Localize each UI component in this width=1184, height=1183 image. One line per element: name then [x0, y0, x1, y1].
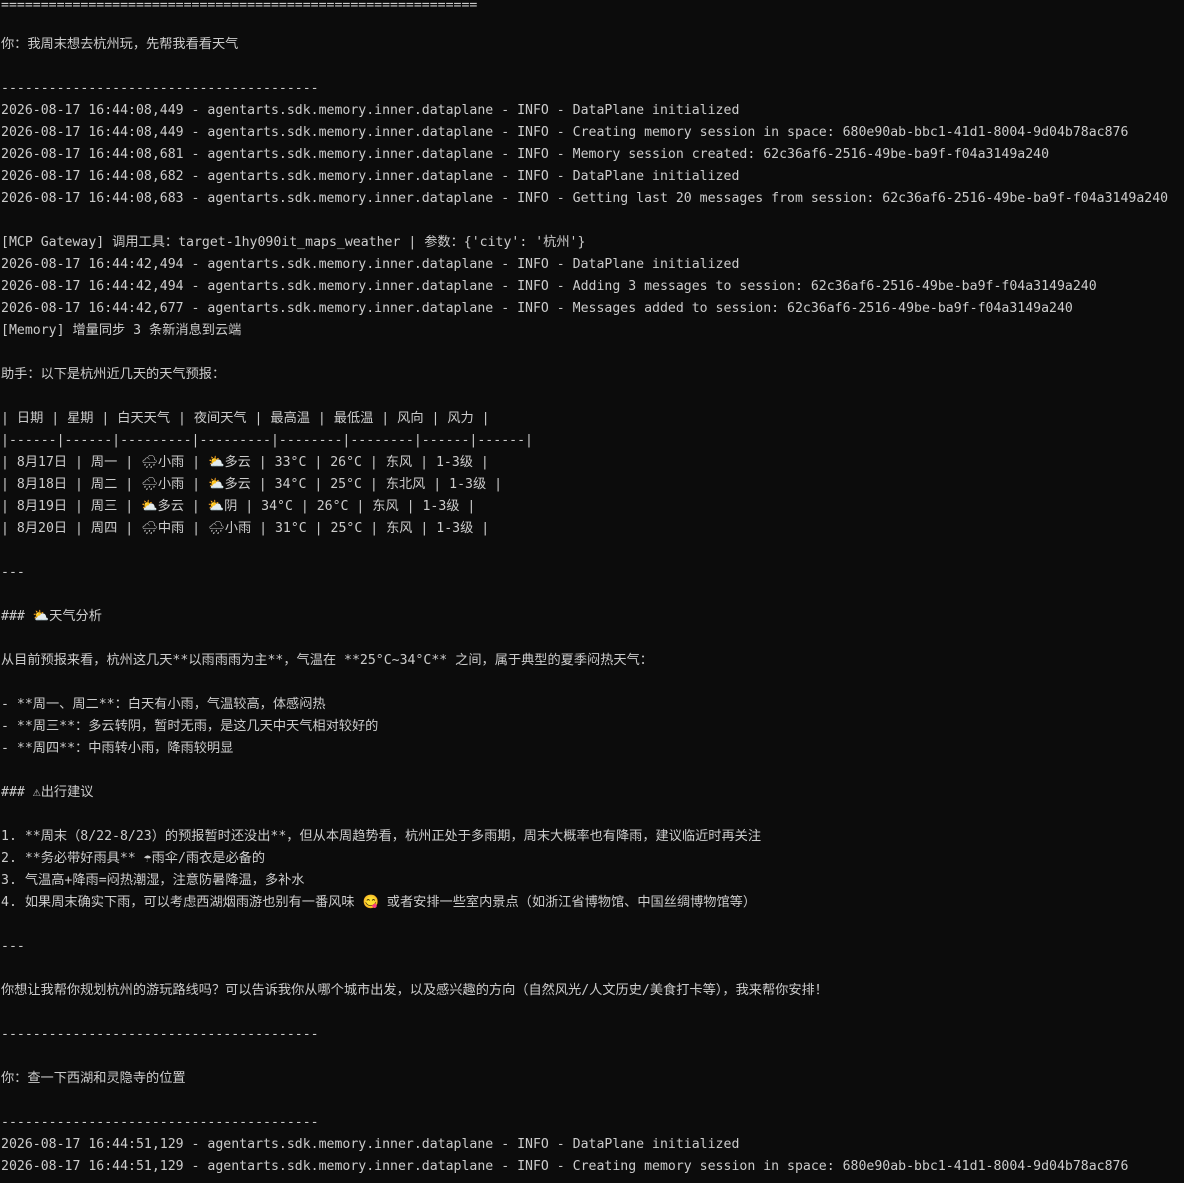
terminal-line: 4. 如果周末确实下雨，可以考虑西湖烟雨游也别有一番风味 😋 或者安排一些室内景…: [1, 895, 757, 910]
terminal-line: [Memory] 增量同步 3 条新消息到云端: [1, 323, 242, 338]
terminal-line: ### ⛅天气分析: [1, 609, 102, 624]
terminal-line: 2026-08-17 16:44:42,494 - agentarts.sdk.…: [1, 257, 740, 272]
terminal-line: | 8月17日 | 周一 | 🌧小雨 | ⛅多云 | 33°C | 26°C |…: [1, 455, 489, 470]
terminal-line: 2026-08-17 16:44:42,494 - agentarts.sdk.…: [1, 279, 1097, 294]
terminal-line: 2026-08-17 16:44:51,129 - agentarts.sdk.…: [1, 1159, 1129, 1174]
terminal-line: - **周一、周二**：白天有小雨，气温较高，体感闷热: [1, 697, 326, 712]
terminal-line: 2026-08-17 16:44:08,682 - agentarts.sdk.…: [1, 169, 740, 184]
terminal-line: 你：查一下西湖和灵隐寺的位置: [1, 1071, 186, 1086]
terminal-line: [MCP Gateway] 调用工具：target-1hy090it_maps_…: [1, 235, 586, 250]
terminal-output[interactable]: ========================================…: [0, 0, 1184, 1183]
terminal-line: 3. 气温高+降雨=闷热潮湿，注意防暑降温，多补水: [1, 873, 305, 888]
terminal-line: |------|------|---------|---------|-----…: [1, 433, 533, 448]
terminal-line: - **周四**：中雨转小雨，降雨较明显: [1, 741, 234, 756]
terminal-line: 你想让我帮你规划杭州的游玩路线吗？可以告诉我你从哪个城市出发，以及感兴趣的方向（…: [1, 983, 828, 998]
terminal-line: ----------------------------------------: [1, 81, 319, 96]
terminal-line: | 8月19日 | 周三 | ⛅多云 | ⛅阴 | 34°C | 26°C | …: [1, 499, 476, 514]
terminal-line: ----------------------------------------: [1, 1115, 319, 1130]
terminal-line: 2026-08-17 16:44:08,681 - agentarts.sdk.…: [1, 147, 1050, 162]
terminal-line: 1. **周末（8/22-8/23）的预报暂时还没出**，但从本周趋势看，杭州正…: [1, 829, 762, 844]
terminal-line: 你：我周末想去杭州玩，先帮我看看天气: [1, 37, 239, 52]
terminal-line: 2026-08-17 16:44:08,683 - agentarts.sdk.…: [1, 191, 1169, 206]
terminal-line: ### ⚠出行建议: [1, 785, 94, 800]
terminal-line: | 8月18日 | 周二 | 🌧小雨 | ⛅多云 | 34°C | 25°C |…: [1, 477, 503, 492]
terminal-line: - **周三**：多云转阴，暂时无雨，是这几天中天气相对较好的: [1, 719, 379, 734]
terminal-line: ---: [1, 939, 25, 954]
terminal-line: ========================================…: [1, 0, 478, 12]
terminal-line: ----------------------------------------: [1, 1027, 319, 1042]
terminal-line: 从目前预报来看，杭州这几天**以雨雨雨为主**，气温在 **25°C~34°C*…: [1, 653, 653, 668]
terminal-line: 2. **务必带好雨具** ☂雨伞/雨衣是必备的: [1, 851, 266, 866]
terminal-line: | 8月20日 | 周四 | 🌧中雨 | 🌧小雨 | 31°C | 25°C |…: [1, 521, 490, 536]
terminal-line: 助手：以下是杭州近几天的天气预报：: [1, 367, 226, 382]
terminal-line: 2026-08-17 16:44:08,449 - agentarts.sdk.…: [1, 125, 1129, 140]
terminal-line: | 日期 | 星期 | 白天天气 | 夜间天气 | 最高温 | 最低温 | 风向…: [1, 411, 490, 426]
terminal-line: 2026-08-17 16:44:51,129 - agentarts.sdk.…: [1, 1137, 740, 1152]
terminal-line: ---: [1, 565, 25, 580]
terminal-line: 2026-08-17 16:44:42,677 - agentarts.sdk.…: [1, 301, 1073, 316]
terminal-line: 2026-08-17 16:44:08,449 - agentarts.sdk.…: [1, 103, 740, 118]
